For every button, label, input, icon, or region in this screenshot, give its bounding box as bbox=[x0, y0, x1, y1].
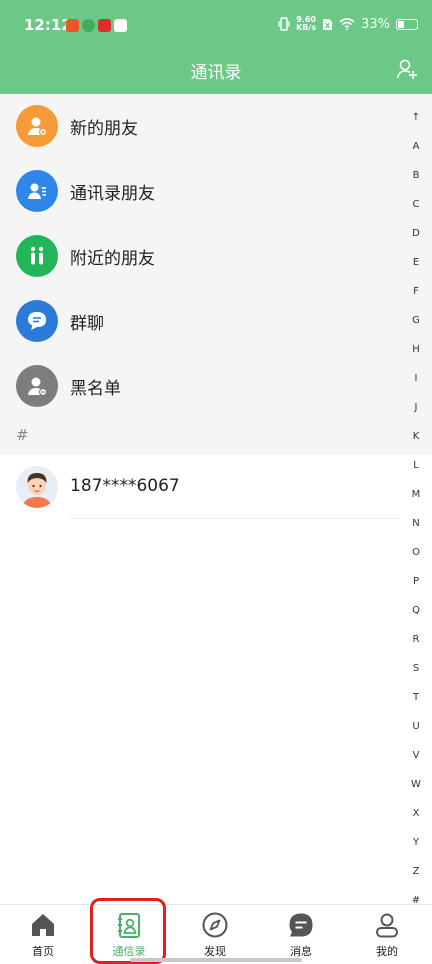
tab-profile[interactable]: 我的 bbox=[344, 905, 430, 964]
tab-discover[interactable]: 发现 bbox=[172, 905, 258, 964]
notification-app-icon bbox=[66, 19, 79, 32]
special-entries: 新的朋友 通讯录朋友 附近的朋友 群聊 黑名单 # bbox=[0, 94, 432, 455]
battery-icon bbox=[396, 18, 418, 30]
alphabet-index-bar[interactable]: ↑ A B C D E F G H I J K L M N O P Q R S T U V W X Y Z # bbox=[400, 104, 432, 906]
index-letter[interactable]: U bbox=[400, 721, 432, 732]
no-sim-icon bbox=[323, 18, 333, 30]
status-time: 12:12 bbox=[24, 16, 72, 34]
index-letter[interactable]: M bbox=[400, 489, 432, 500]
group-chat-icon bbox=[16, 300, 58, 342]
index-letter[interactable]: I bbox=[400, 373, 432, 384]
index-letter[interactable]: F bbox=[400, 286, 432, 297]
index-letter[interactable]: D bbox=[400, 228, 432, 239]
contacts-friends-label: 通讯录朋友 bbox=[70, 184, 155, 204]
index-letter[interactable]: B bbox=[400, 170, 432, 181]
index-letter[interactable]: ↑ bbox=[400, 112, 432, 123]
index-letter[interactable]: R bbox=[400, 634, 432, 645]
add-friend-icon[interactable] bbox=[396, 58, 418, 80]
contacts-friend-icon bbox=[16, 170, 58, 212]
index-letter[interactable]: K bbox=[400, 431, 432, 442]
index-letter[interactable]: Z bbox=[400, 866, 432, 877]
contacts-friends-item[interactable]: 通讯录朋友 bbox=[0, 159, 400, 223]
nearby-icon bbox=[16, 235, 58, 277]
index-letter[interactable]: Q bbox=[400, 605, 432, 616]
index-letter[interactable]: C bbox=[400, 199, 432, 210]
notification-icons bbox=[66, 19, 127, 32]
index-letter[interactable]: X bbox=[400, 808, 432, 819]
battery-percent: 33% bbox=[361, 16, 390, 32]
notification-app-icon bbox=[82, 19, 95, 32]
index-letter[interactable]: T bbox=[400, 692, 432, 703]
index-letter[interactable]: P bbox=[400, 576, 432, 587]
new-friends-item[interactable]: 新的朋友 bbox=[0, 94, 400, 158]
group-chat-item[interactable]: 群聊 bbox=[0, 289, 400, 353]
divider bbox=[70, 518, 400, 519]
index-letter[interactable]: E bbox=[400, 257, 432, 268]
notification-app-icon bbox=[98, 19, 111, 32]
top-header: 12:12 9.60 KB/s 33% 通讯录 bbox=[0, 0, 432, 94]
index-letter[interactable]: A bbox=[400, 141, 432, 152]
index-letter[interactable]: G bbox=[400, 315, 432, 326]
index-letter[interactable]: J bbox=[400, 402, 432, 413]
nearby-friends-label: 附近的朋友 bbox=[70, 249, 155, 269]
index-letter[interactable]: L bbox=[400, 460, 432, 471]
index-letter[interactable]: H bbox=[400, 344, 432, 355]
net-speed: 9.60 KB/s bbox=[296, 15, 317, 32]
contact-name: 187****6067 bbox=[70, 476, 180, 496]
index-letter[interactable]: W bbox=[400, 779, 432, 790]
index-letter[interactable]: S bbox=[400, 663, 432, 674]
notification-app-icon bbox=[114, 19, 127, 32]
bottom-tab-bar: 首页 通信录 发现 消息 我的 bbox=[0, 904, 432, 964]
contact-row[interactable]: 187****6067 bbox=[0, 455, 400, 519]
nearby-friends-item[interactable]: 附近的朋友 bbox=[0, 224, 400, 288]
tab-home[interactable]: 首页 bbox=[0, 905, 86, 964]
tab-highlight-annotation bbox=[90, 898, 166, 964]
status-right: 9.60 KB/s 33% bbox=[278, 16, 418, 32]
new-friend-icon bbox=[16, 105, 58, 147]
blacklist-label: 黑名单 bbox=[70, 379, 121, 399]
index-letter[interactable]: V bbox=[400, 750, 432, 761]
home-indicator bbox=[130, 958, 302, 962]
message-icon bbox=[289, 913, 313, 937]
section-header: # bbox=[16, 426, 29, 444]
new-friends-label: 新的朋友 bbox=[70, 119, 138, 139]
tab-discover-label: 发现 bbox=[204, 945, 226, 958]
group-chat-label: 群聊 bbox=[70, 314, 104, 334]
status-bar: 12:12 9.60 KB/s 33% bbox=[0, 0, 432, 50]
wifi-icon bbox=[339, 18, 355, 30]
index-letter[interactable]: O bbox=[400, 547, 432, 558]
vibrate-icon bbox=[278, 17, 290, 31]
blacklist-icon bbox=[16, 365, 58, 407]
profile-icon bbox=[376, 913, 398, 938]
index-letter[interactable]: N bbox=[400, 518, 432, 529]
home-icon bbox=[32, 914, 54, 936]
contact-avatar bbox=[16, 466, 58, 508]
tab-messages[interactable]: 消息 bbox=[258, 905, 344, 964]
tab-home-label: 首页 bbox=[32, 945, 54, 958]
compass-icon bbox=[202, 912, 228, 938]
index-letter[interactable]: Y bbox=[400, 837, 432, 848]
tab-messages-label: 消息 bbox=[290, 945, 312, 958]
blacklist-item[interactable]: 黑名单 bbox=[0, 354, 400, 418]
tab-profile-label: 我的 bbox=[376, 945, 398, 958]
page-title: 通讯录 bbox=[190, 63, 242, 83]
